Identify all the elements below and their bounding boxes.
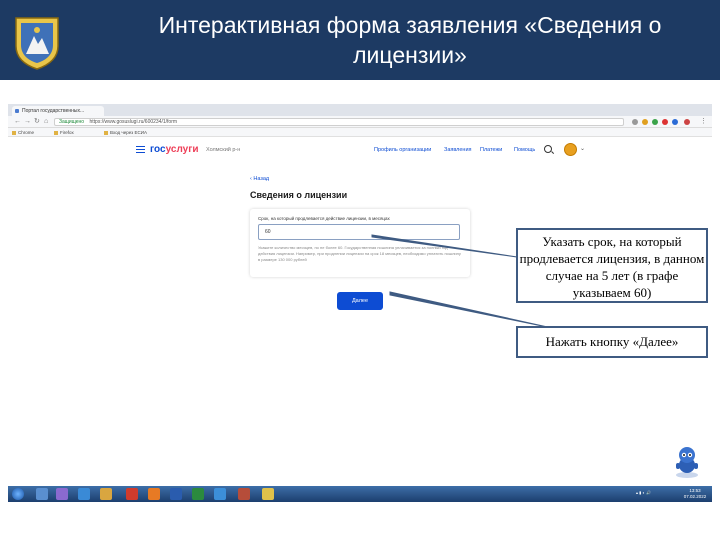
avatar[interactable] — [564, 143, 577, 156]
page-icon — [104, 130, 108, 135]
presentation-slide: Интерактивная форма заявления «Сведения … — [0, 0, 720, 540]
callout-click-next: Нажать кнопку «Далее» — [516, 326, 708, 358]
taskbar-clock[interactable]: 13:53 07.02.2022 — [680, 488, 710, 500]
pdf-reader-icon[interactable] — [126, 488, 138, 500]
next-button[interactable]: Далее — [337, 292, 383, 310]
back-arrow-icon[interactable]: ← — [14, 118, 21, 126]
nav-profile[interactable]: Профиль организации — [374, 146, 431, 154]
url-text: https://www.gosuslugi.ru/600234/1/form — [89, 119, 178, 125]
browser-screenshot: Портал государственных... ← → ↻ ⌂ Защище… — [8, 104, 712, 502]
assistant-robot-icon[interactable] — [672, 445, 702, 479]
folder-icon — [12, 130, 16, 135]
browser-tab-bar: Портал государственных... — [8, 104, 712, 116]
term-field-hint: Укажите количество месяцев, но не более … — [258, 245, 461, 262]
folder-icon[interactable] — [100, 488, 112, 500]
extension-icon[interactable] — [662, 119, 668, 125]
back-link[interactable]: ‹ Назад — [250, 175, 269, 183]
app-icon[interactable] — [214, 488, 226, 500]
bookmark-item[interactable]: Вход через ЕСИА — [104, 128, 147, 137]
menu-icon[interactable]: ⋮ — [700, 118, 707, 126]
tab-title: Портал государственных... — [22, 108, 85, 114]
site-header: госуслуги Холмский р-н Профиль организац… — [8, 137, 712, 163]
word-icon[interactable] — [170, 488, 182, 500]
bookmark-item[interactable]: Firefox — [54, 128, 74, 137]
page-title: Сведения о лицензии — [250, 190, 348, 200]
slide-title: Интерактивная форма заявления «Сведения … — [158, 12, 662, 68]
start-button-icon[interactable] — [12, 488, 24, 500]
browser-tab[interactable]: Портал государственных... — [12, 106, 104, 116]
term-field-label: Срок, на который продлевается действие л… — [258, 216, 390, 221]
extension-icon[interactable] — [684, 119, 690, 125]
tab-favicon-icon — [15, 109, 19, 113]
extension-icon[interactable] — [652, 119, 658, 125]
callout-enter-term: Указать срок, на который продлевается ли… — [516, 228, 708, 303]
extension-icon[interactable] — [642, 119, 648, 125]
term-months-input[interactable]: 60 — [258, 224, 460, 240]
home-icon[interactable]: ⌂ — [44, 118, 48, 126]
media-player-icon[interactable] — [56, 488, 68, 500]
folder-icon — [54, 130, 58, 135]
coat-of-arms-icon — [15, 17, 59, 70]
internet-explorer-icon[interactable] — [78, 488, 90, 500]
firefox-icon[interactable] — [148, 488, 160, 500]
address-bar: ← → ↻ ⌂ Защищено https://www.gosuslugi.r… — [8, 116, 712, 128]
reload-icon[interactable]: ↻ — [34, 118, 40, 126]
bookmark-item[interactable]: Chrome — [12, 128, 34, 137]
extension-icon[interactable] — [632, 119, 638, 125]
nav-applications[interactable]: Заявления — [444, 146, 472, 154]
secure-label: Защищено — [59, 119, 85, 125]
forward-arrow-icon[interactable]: → — [24, 118, 31, 126]
chevron-down-icon[interactable]: ⌄ — [580, 145, 585, 152]
region-selector[interactable]: Холмский р-н — [206, 146, 240, 154]
explorer-icon[interactable] — [36, 488, 48, 500]
url-input[interactable]: Защищено https://www.gosuslugi.ru/600234… — [54, 118, 624, 126]
gosuslugi-page: госуслуги Холмский р-н Профиль организац… — [8, 137, 712, 486]
slide-header-banner: Интерактивная форма заявления «Сведения … — [0, 0, 720, 80]
chrome-icon[interactable] — [262, 488, 274, 500]
system-tray[interactable]: ▴ ▮ ◐ 🔊 — [636, 490, 651, 495]
windows-taskbar: ▴ ▮ ◐ 🔊 13:53 07.02.2022 — [8, 486, 712, 502]
powerpoint-icon[interactable] — [238, 488, 250, 500]
nav-payments[interactable]: Платежи — [480, 146, 502, 154]
search-icon[interactable] — [544, 145, 552, 153]
bookmarks-bar: Chrome Firefox Вход через ЕСИА — [8, 128, 712, 137]
nav-help[interactable]: Помощь — [514, 146, 535, 154]
gosuslugi-logo[interactable]: госуслуги — [150, 144, 199, 156]
extension-icon[interactable] — [672, 119, 678, 125]
license-form-card: Срок, на который продлевается действие л… — [250, 209, 470, 277]
excel-icon[interactable] — [192, 488, 204, 500]
hamburger-menu-icon[interactable] — [136, 146, 145, 153]
